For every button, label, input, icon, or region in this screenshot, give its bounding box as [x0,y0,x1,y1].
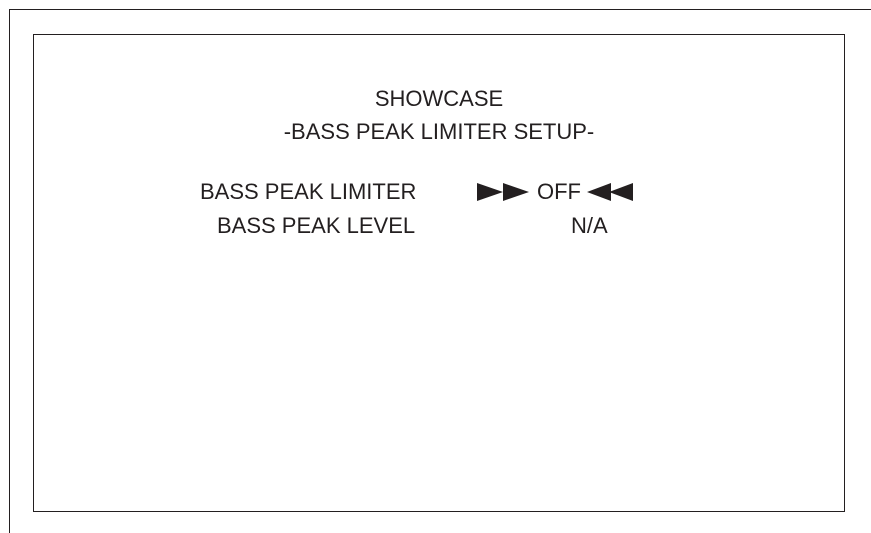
osd-screen: SHOWCASE -BASS PEAK LIMITER SETUP- BASS … [33,34,845,512]
outer-frame-top-border [9,9,871,10]
setting-label-bass-peak-level[interactable]: BASS PEAK LEVEL [217,213,415,239]
menu-subtitle: -BASS PEAK LIMITER SETUP- [283,119,595,144]
outer-frame-left-border [9,9,10,533]
bass-peak-limiter-value: OFF [537,179,581,204]
double-left-arrow-icon [587,179,633,205]
setting-value-bass-peak-limiter[interactable]: OFF [477,179,633,205]
menu-title: SHOWCASE [374,86,504,111]
setting-value-bass-peak-level[interactable]: N/A [571,213,608,239]
double-right-arrow-icon [477,179,531,205]
setting-label-bass-peak-limiter[interactable]: BASS PEAK LIMITER [200,179,416,205]
